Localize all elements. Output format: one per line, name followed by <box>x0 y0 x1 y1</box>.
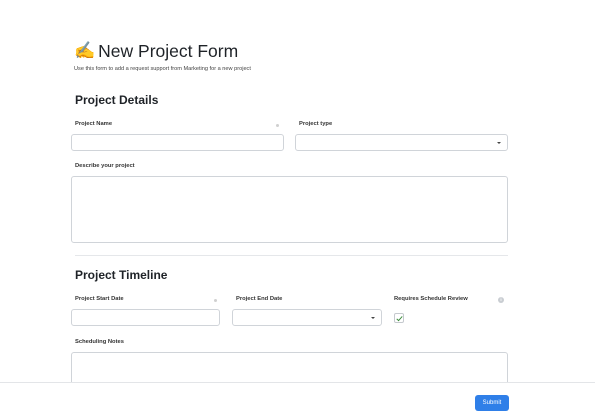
footer-bar: Submit <box>0 382 595 414</box>
scheduling-notes-label: Scheduling Notes <box>75 339 124 345</box>
section-heading-details: Project Details <box>75 93 159 107</box>
schedule-review-label: Requires Schedule Review <box>394 296 468 302</box>
page-subtitle: Use this form to add a request support f… <box>74 66 251 72</box>
project-type-select[interactable] <box>295 134 508 151</box>
form-header: ✍️ New Project Form Use this form to add… <box>74 40 251 72</box>
required-indicator-icon <box>276 124 279 127</box>
section-heading-timeline: Project Timeline <box>75 268 168 282</box>
description-label: Describe your project <box>75 163 135 169</box>
info-icon[interactable]: i <box>498 297 504 303</box>
writing-hand-icon: ✍️ <box>74 41 96 60</box>
chevron-down-icon <box>371 317 375 319</box>
description-textarea[interactable] <box>71 176 508 243</box>
page-title: New Project Form <box>98 41 239 61</box>
project-name-label: Project Name <box>75 121 113 127</box>
chevron-down-icon <box>497 142 501 144</box>
project-name-input[interactable] <box>71 134 284 151</box>
checkmark-icon <box>396 314 403 321</box>
submit-button[interactable]: Submit <box>475 395 509 411</box>
form-title: ✍️ New Project Form <box>74 40 238 62</box>
end-date-label: Project End Date <box>236 296 283 302</box>
start-date-input[interactable] <box>71 309 220 326</box>
end-date-select[interactable] <box>232 309 382 326</box>
project-type-label: Project type <box>299 121 333 127</box>
start-date-label: Project Start Date <box>75 296 124 302</box>
required-indicator-icon <box>214 299 217 302</box>
schedule-review-checkbox[interactable] <box>394 313 404 323</box>
section-divider <box>75 255 508 256</box>
